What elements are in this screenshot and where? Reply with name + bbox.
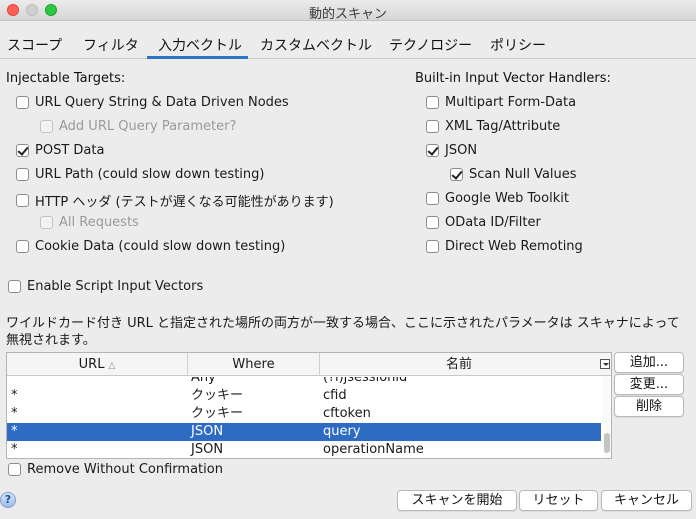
start-scan-button[interactable]: スキャンを開始 [397,490,517,511]
checkbox-box[interactable] [426,216,439,229]
cancel-button[interactable]: キャンセル [601,490,692,511]
table-row[interactable]: Any (?i)jsessionid [7,377,601,387]
table-row[interactable]: * クッキー cftoken [7,405,601,423]
checkbox-http-headers[interactable]: HTTP ヘッダ (テストが遅くなる可能性があります) [16,191,334,210]
table-scrollbar[interactable] [603,377,611,458]
checkbox-odata[interactable]: OData ID/Filter [426,215,541,230]
column-menu-icon[interactable] [600,359,610,369]
table-body: Any (?i)jsessionid * クッキー cfid * クッキー cf… [7,377,601,458]
checkbox-label: Multipart Form-Data [445,95,577,110]
tab-bar: スコープ フィルタ 入力ベクトル カスタムベクトル テクノロジー ポリシー [0,22,696,59]
checkbox-box[interactable] [40,216,53,229]
checkbox-box[interactable] [8,463,21,476]
handlers-heading: Built-in Input Vector Handlers: [415,71,611,86]
cell-name: operationName [323,442,424,457]
checkbox-box[interactable] [8,280,21,293]
checkbox-scan-null-values[interactable]: Scan Null Values [450,167,577,182]
cell-name: cftoken [323,406,371,421]
checkbox-label: All Requests [59,215,139,230]
column-header-name[interactable]: 名前 [320,353,598,376]
checkbox-box[interactable] [16,96,29,109]
column-header-label: URL [78,357,105,372]
checkbox-multipart[interactable]: Multipart Form-Data [426,95,576,110]
table-row[interactable]: * JSON query [7,423,601,441]
cell-name: cfid [323,388,347,403]
title-bar: 動的スキャン [0,0,696,22]
checkbox-label: OData ID/Filter [445,215,541,230]
checkbox-box[interactable] [426,144,439,157]
checkbox-label: Enable Script Input Vectors [27,279,204,294]
checkbox-dwr[interactable]: Direct Web Remoting [426,239,583,254]
add-button[interactable]: 追加... [614,352,684,373]
checkbox-xml[interactable]: XML Tag/Attribute [426,119,560,134]
checkbox-box[interactable] [16,144,29,157]
cell-url: * [11,442,18,457]
checkbox-script-input-vectors[interactable]: Enable Script Input Vectors [8,279,203,294]
tab-policy[interactable]: ポリシー [490,35,546,55]
cell-where: Any [191,377,216,385]
column-header-url[interactable]: URL △ [7,353,188,376]
tab-input-vectors[interactable]: 入力ベクトル [158,35,242,55]
excluded-parameters-table[interactable]: URL △ Where 名前 Any (?i)jsessionid * クッキー … [6,352,612,459]
column-header-where[interactable]: Where [188,353,320,376]
reset-button[interactable]: リセット [519,490,598,511]
checkbox-all-requests[interactable]: All Requests [40,215,139,230]
checkbox-box[interactable] [16,240,29,253]
checkbox-box[interactable] [16,168,29,181]
checkbox-label: Direct Web Remoting [445,239,583,254]
checkbox-post-data[interactable]: POST Data [16,143,104,158]
checkbox-label: URL Query String & Data Driven Nodes [35,95,289,110]
checkbox-box[interactable] [426,96,439,109]
table-header: URL △ Where 名前 [7,353,611,376]
sort-ascending-icon: △ [108,361,116,371]
checkbox-label: POST Data [35,143,105,158]
modify-button[interactable]: 変更... [614,374,684,395]
table-row[interactable]: * クッキー cfid [7,387,601,405]
cell-where: クッキー [191,406,244,421]
remove-button[interactable]: 削除 [614,396,684,417]
checkbox-cookie-data[interactable]: Cookie Data (could slow down testing) [16,239,285,254]
tab-scope[interactable]: スコープ [7,35,62,55]
checkbox-label: Remove Without Confirmation [27,462,223,477]
checkbox-label: XML Tag/Attribute [445,119,561,134]
checkbox-label: Google Web Toolkit [445,191,569,206]
checkbox-remove-without-confirmation[interactable]: Remove Without Confirmation [8,462,223,477]
scrollbar-thumb[interactable] [604,433,610,453]
active-tab-indicator [147,56,248,59]
checkbox-box[interactable] [426,240,439,253]
checkbox-label: URL Path (could slow down testing) [35,167,265,182]
checkbox-label: JSON [445,143,478,158]
cell-url: * [11,406,18,421]
tab-custom-vectors[interactable]: カスタムベクトル [260,35,372,55]
checkbox-label: Add URL Query Parameter? [59,119,237,134]
cell-where: JSON [191,424,224,439]
checkbox-json[interactable]: JSON [426,143,477,158]
cell-where: JSON [191,442,224,457]
cell-where: クッキー [191,388,244,403]
checkbox-url-path[interactable]: URL Path (could slow down testing) [16,167,264,182]
cell-name: query [323,424,361,439]
checkbox-label: Cookie Data (could slow down testing) [35,239,286,254]
injectable-targets-heading: Injectable Targets: [6,71,126,86]
checkbox-box[interactable] [426,192,439,205]
checkbox-url-query[interactable]: URL Query String & Data Driven Nodes [16,95,289,110]
checkbox-box[interactable] [16,194,29,207]
tab-technology[interactable]: テクノロジー [389,35,472,55]
tab-filter[interactable]: フィルタ [83,35,139,55]
checkbox-gwt[interactable]: Google Web Toolkit [426,191,569,206]
checkbox-box[interactable] [450,168,463,181]
exclusion-description: ワイルドカード付き URL と指定された場所の両方が一致する場合、ここに示された… [6,316,680,348]
table-row[interactable]: * JSON operationName [7,441,601,458]
checkbox-add-url-query-param[interactable]: Add URL Query Parameter? [40,119,236,134]
help-icon[interactable]: ? [0,492,16,508]
cell-name: (?i)jsessionid [323,377,408,385]
checkbox-box[interactable] [40,120,53,133]
checkbox-box[interactable] [426,120,439,133]
checkbox-label: HTTP ヘッダ (テストが遅くなる可能性があります) [35,195,334,210]
window-title: 動的スキャン [308,7,387,22]
cell-url: * [11,424,18,439]
checkbox-label: Scan Null Values [469,167,577,182]
cell-url: * [11,388,18,403]
